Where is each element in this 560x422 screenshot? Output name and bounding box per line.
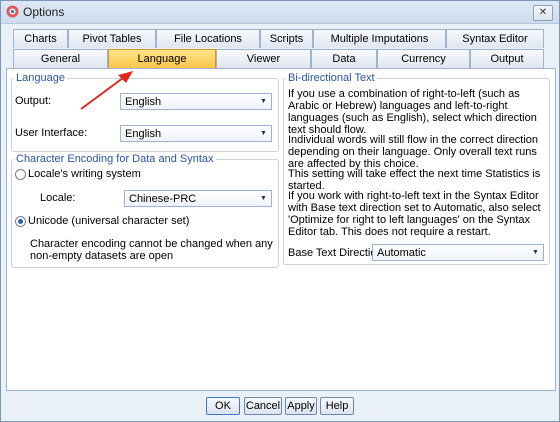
language-legend: Language	[16, 72, 65, 84]
output-language-select[interactable]: English ▼	[120, 93, 272, 110]
base-direction-label: Base Text Direction:	[288, 247, 386, 259]
red-arrow-annotation	[80, 71, 133, 110]
bidi-paragraph-4: If you work with right-to-left text in t…	[288, 190, 541, 238]
bidi-legend: Bi-directional Text	[288, 72, 375, 84]
ok-button[interactable]: OK	[206, 397, 240, 415]
window-title: Options	[23, 5, 65, 19]
locale-label: Locale:	[40, 192, 76, 204]
output-label: Output:	[15, 95, 52, 107]
chevron-down-icon: ▼	[260, 130, 267, 137]
unicode-radio-label[interactable]: Unicode (universal character set)	[28, 215, 189, 227]
locale-select[interactable]: Chinese-PRC ▼	[124, 190, 272, 207]
encoding-legend: Character Encoding for Data and Syntax	[16, 153, 214, 165]
chevron-down-icon: ▼	[532, 249, 539, 256]
apply-button[interactable]: Apply	[285, 397, 317, 415]
tab-scripts[interactable]: Scripts	[260, 29, 313, 48]
ui-language-select[interactable]: English ▼	[120, 125, 272, 142]
tab-syntax-editor[interactable]: Syntax Editor	[446, 29, 544, 48]
close-button[interactable]: ✕	[533, 5, 553, 21]
base-direction-value: Automatic	[377, 247, 426, 259]
language-panel: Language Output: English ▼ User Interfac…	[6, 68, 556, 391]
tab-output[interactable]: Output	[470, 49, 544, 68]
tab-language[interactable]: Language	[108, 49, 216, 68]
ui-language-value: English	[125, 128, 162, 140]
bidi-paragraph-3: This setting will take effect the next t…	[288, 168, 541, 192]
options-app-icon	[6, 5, 19, 18]
locale-radio-label[interactable]: Locale's writing system	[28, 168, 141, 180]
tab-data[interactable]: Data	[311, 49, 377, 68]
chevron-down-icon: ▼	[260, 98, 267, 105]
tab-multiple-imputations[interactable]: Multiple Imputations	[313, 29, 446, 48]
tab-file-locations[interactable]: File Locations	[156, 29, 260, 48]
bidi-paragraph-2: Individual words will still flow in the …	[288, 134, 539, 170]
title-bar: Options ✕	[1, 1, 559, 24]
help-button[interactable]: Help	[320, 397, 354, 415]
tab-currency[interactable]: Currency	[377, 49, 470, 68]
encoding-note: Character encoding cannot be changed whe…	[30, 238, 273, 262]
tab-general[interactable]: General	[13, 49, 108, 68]
ui-label: User Interface:	[15, 127, 88, 139]
tab-pivot-tables[interactable]: Pivot Tables	[68, 29, 156, 48]
locale-radio[interactable]	[15, 169, 26, 180]
unicode-radio[interactable]	[15, 216, 26, 227]
base-direction-select[interactable]: Automatic ▼	[372, 244, 544, 261]
options-window: Options ✕ Charts Pivot Tables File Locat…	[0, 0, 560, 422]
bidi-paragraph-1: If you use a combination of right-to-lef…	[288, 88, 537, 136]
tab-charts[interactable]: Charts	[13, 29, 68, 48]
locale-value: Chinese-PRC	[129, 193, 197, 205]
close-icon: ✕	[538, 7, 548, 18]
cancel-button[interactable]: Cancel	[244, 397, 282, 415]
chevron-down-icon: ▼	[260, 195, 267, 202]
tab-viewer[interactable]: Viewer	[216, 49, 311, 68]
